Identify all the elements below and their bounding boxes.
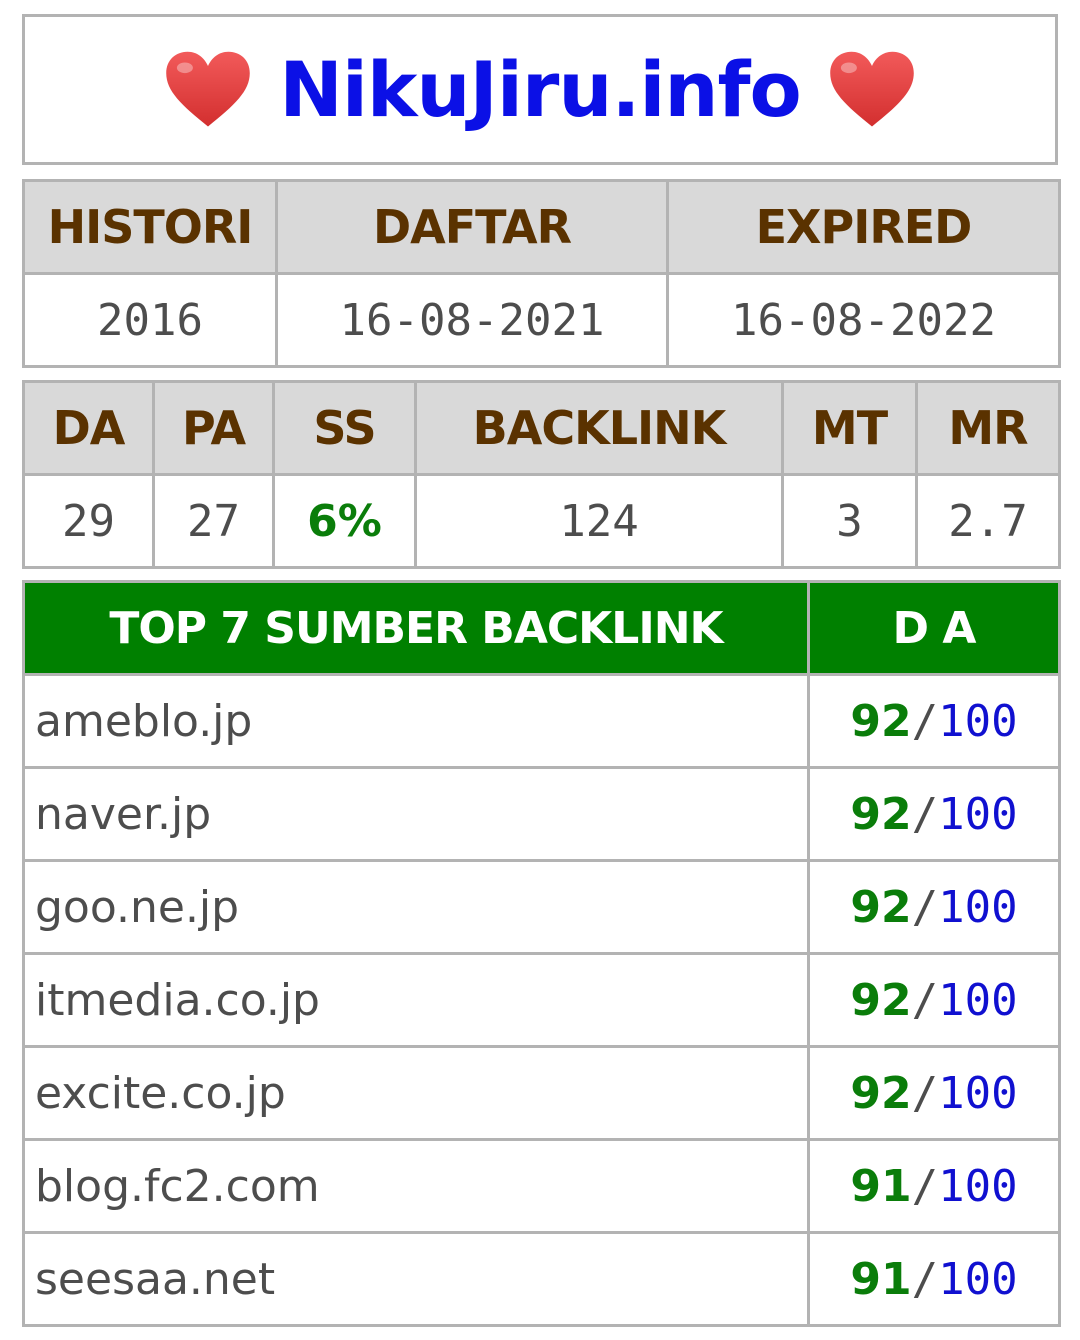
domain-metrics-table: DA PA SS BACKLINK MT MR 29 27 6% 124 3 2… bbox=[22, 380, 1061, 569]
domain-dates-table: HISTORI DAFTAR EXPIRED 2016 16-08-2021 1… bbox=[22, 179, 1061, 368]
ss-value: 6% bbox=[272, 473, 417, 569]
expired-value: 16-08-2022 bbox=[666, 272, 1061, 368]
expired-header: EXPIRED bbox=[666, 179, 1061, 275]
backlink-sources-table: TOP 7 SUMBER BACKLINK D A ameblo.jp 92/10… bbox=[22, 580, 1061, 1327]
da-score-max: 100 bbox=[938, 1067, 1018, 1119]
backlink-da-score: 92/100 bbox=[807, 1045, 1061, 1141]
backlink-domain: ameblo.jp bbox=[22, 673, 810, 769]
da-score-max: 100 bbox=[938, 788, 1018, 840]
backlink-header: BACKLINK bbox=[414, 380, 784, 476]
daftar-value: 16-08-2021 bbox=[275, 272, 669, 368]
backlink-value: 124 bbox=[414, 473, 784, 569]
da-score-separator: / bbox=[911, 1253, 939, 1305]
da-score-max: 100 bbox=[938, 974, 1018, 1026]
da-score-separator: / bbox=[911, 974, 939, 1026]
backlink-domain: excite.co.jp bbox=[22, 1045, 810, 1141]
mt-value: 3 bbox=[781, 473, 918, 569]
table-row: excite.co.jp 92/100 bbox=[22, 1045, 1061, 1141]
da-score-separator: / bbox=[911, 788, 939, 840]
heart-icon bbox=[166, 51, 251, 126]
ss-header: SS bbox=[272, 380, 417, 476]
pa-header: PA bbox=[152, 380, 275, 476]
table-row: goo.ne.jp 92/100 bbox=[22, 859, 1061, 955]
backlink-domain: naver.jp bbox=[22, 766, 810, 862]
heart-icon bbox=[829, 51, 914, 126]
site-name: NikuJiru.info bbox=[279, 45, 802, 134]
backlink-da-header: D A bbox=[807, 580, 1061, 676]
backlink-da-score: 91/100 bbox=[807, 1231, 1061, 1327]
da-score-separator: / bbox=[911, 1160, 939, 1212]
da-score-max: 100 bbox=[938, 881, 1018, 933]
table-row: naver.jp 92/100 bbox=[22, 766, 1061, 862]
backlink-da-score: 92/100 bbox=[807, 952, 1061, 1048]
da-score-max: 100 bbox=[938, 1160, 1018, 1212]
backlink-domain: seesaa.net bbox=[22, 1231, 810, 1327]
da-value: 29 bbox=[22, 473, 155, 569]
mt-header: MT bbox=[781, 380, 918, 476]
histori-value: 2016 bbox=[22, 272, 278, 368]
da-score-value: 92 bbox=[850, 695, 912, 747]
backlink-domain: itmedia.co.jp bbox=[22, 952, 810, 1048]
mr-value: 2.7 bbox=[915, 473, 1061, 569]
histori-header: HISTORI bbox=[22, 179, 278, 275]
da-header: DA bbox=[22, 380, 155, 476]
da-score-value: 92 bbox=[850, 974, 912, 1026]
da-score-max: 100 bbox=[938, 1253, 1018, 1305]
backlink-da-score: 92/100 bbox=[807, 859, 1061, 955]
da-score-separator: / bbox=[911, 1067, 939, 1119]
da-score-value: 92 bbox=[850, 881, 912, 933]
da-score-separator: / bbox=[911, 695, 939, 747]
da-score-max: 100 bbox=[938, 695, 1018, 747]
backlink-domain: goo.ne.jp bbox=[22, 859, 810, 955]
backlink-da-score: 92/100 bbox=[807, 766, 1061, 862]
daftar-header: DAFTAR bbox=[275, 179, 669, 275]
da-score-separator: / bbox=[911, 881, 939, 933]
mr-header: MR bbox=[915, 380, 1061, 476]
site-title-box: NikuJiru.info bbox=[22, 14, 1058, 165]
backlink-source-header: TOP 7 SUMBER BACKLINK bbox=[22, 580, 810, 676]
backlink-da-score: 91/100 bbox=[807, 1138, 1061, 1234]
table-row: seesaa.net 91/100 bbox=[22, 1231, 1061, 1327]
table-row: itmedia.co.jp 92/100 bbox=[22, 952, 1061, 1048]
table-row: blog.fc2.com 91/100 bbox=[22, 1138, 1061, 1234]
table-row: ameblo.jp 92/100 bbox=[22, 673, 1061, 769]
pa-value: 27 bbox=[152, 473, 275, 569]
da-score-value: 92 bbox=[850, 788, 912, 840]
backlink-da-score: 92/100 bbox=[807, 673, 1061, 769]
da-score-value: 92 bbox=[850, 1067, 912, 1119]
da-score-value: 91 bbox=[850, 1253, 912, 1305]
backlink-domain: blog.fc2.com bbox=[22, 1138, 810, 1234]
da-score-value: 91 bbox=[850, 1160, 912, 1212]
